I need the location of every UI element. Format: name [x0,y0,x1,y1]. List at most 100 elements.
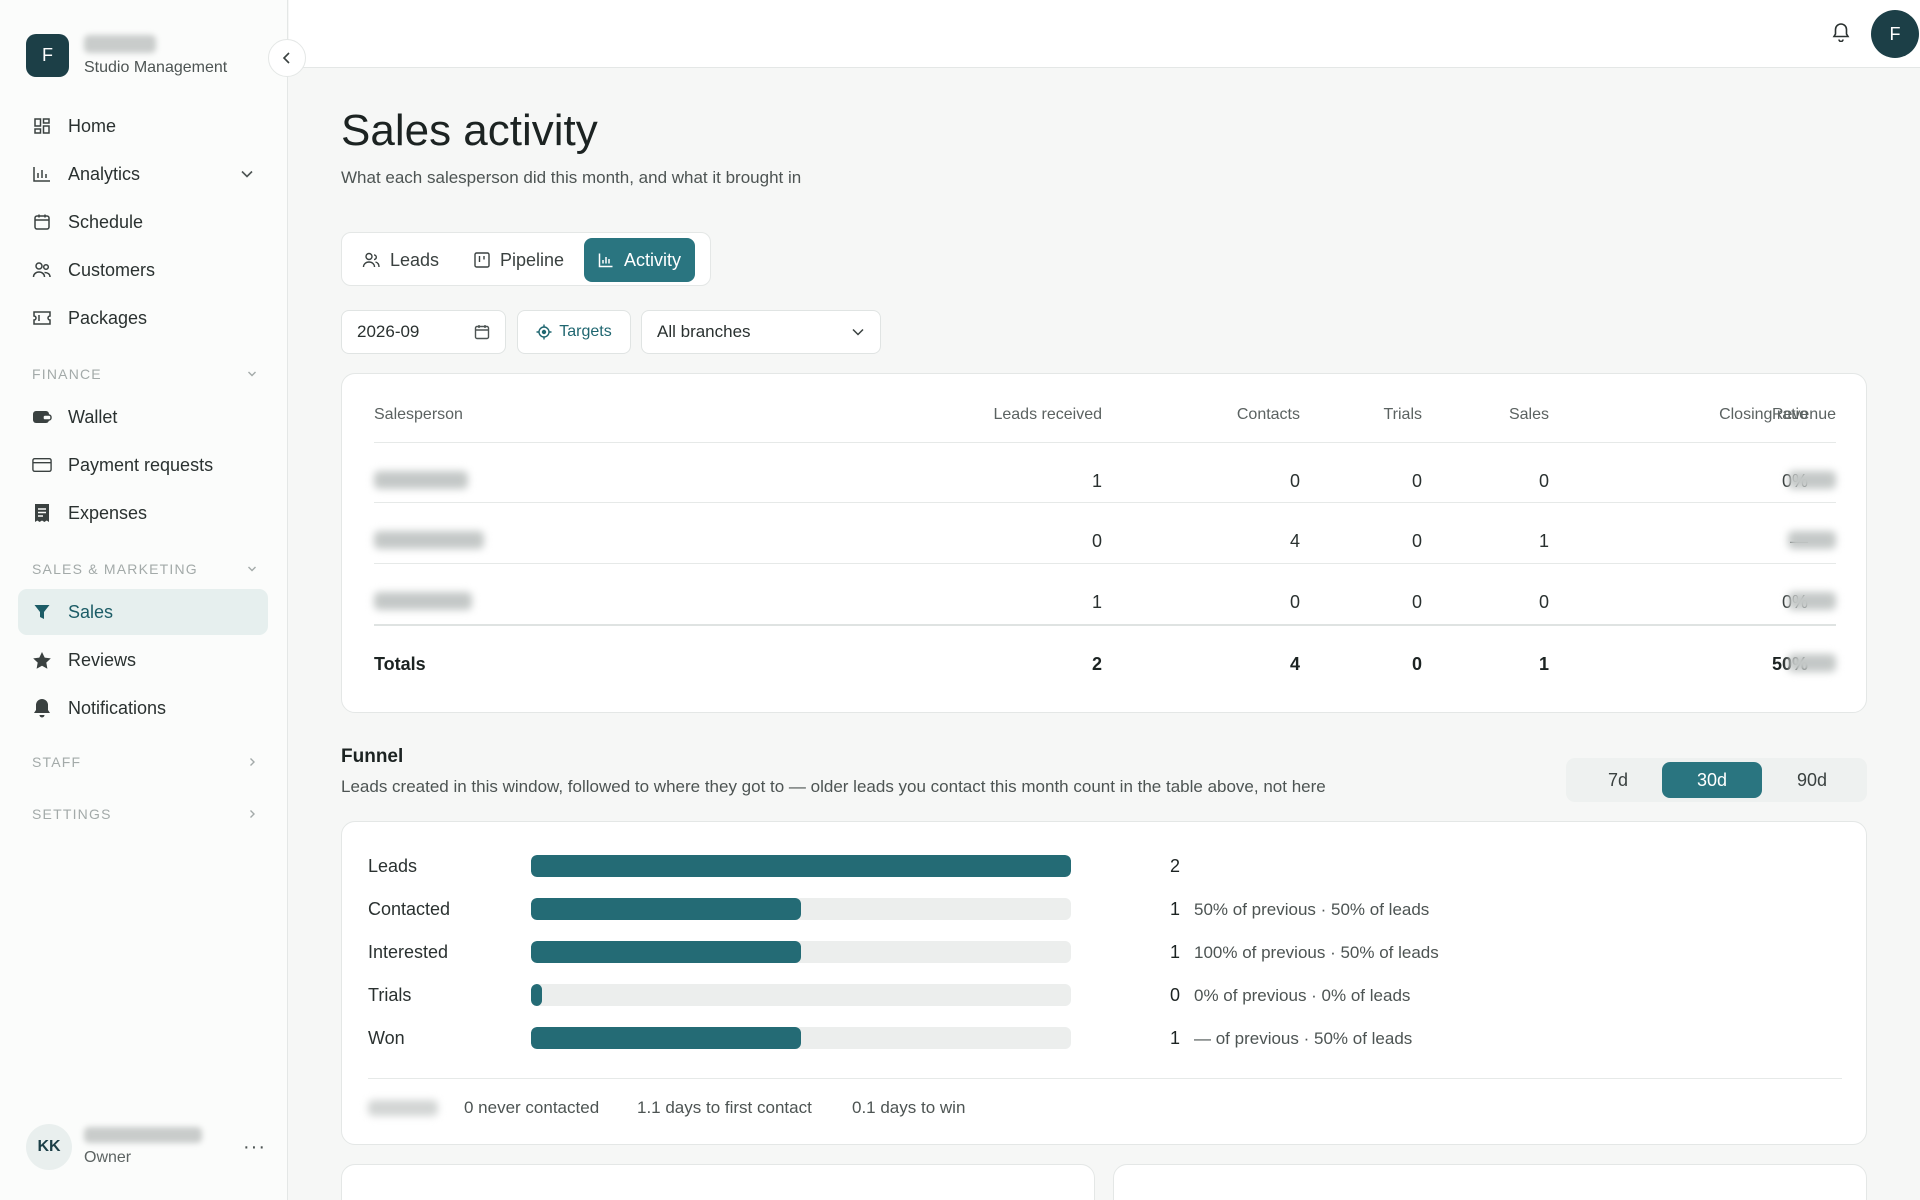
divider [368,1078,1842,1079]
brand-name-redacted [84,34,156,53]
funnel-bar-fill [531,941,801,963]
nav-notifications-label: Notifications [68,697,167,718]
view-tabs: Leads Pipeline Activity [341,232,711,286]
chevron-right-icon [247,754,257,770]
row2-contacts: 4 [1289,531,1300,551]
totals-divider [374,624,1836,626]
row2-closing-ratio: — [1592,531,1808,552]
bell-icon [32,698,52,718]
funnel-stage-label: Trials [368,985,412,1005]
funnel-bar-track [531,898,1071,920]
col-leads-received[interactable]: Leads received [902,406,1102,424]
divider [374,563,1836,564]
chart-icon [32,164,52,184]
nav-sales[interactable]: Sales [18,589,268,635]
funnel-bar-fill [531,1027,801,1049]
section-settings[interactable]: SETTINGS [32,806,257,822]
funnel-icon [32,602,52,622]
section-finance[interactable]: FINANCE [32,366,257,382]
funnel-bar-fill [531,984,542,1006]
credit-card-icon [32,455,52,475]
funnel-bar-fill [531,898,801,920]
tab-activity[interactable]: Activity [584,238,696,282]
row1-sales: 0 [1538,471,1549,491]
first-contact-stat: 1.1 days to first contact [637,1098,812,1117]
col-salesperson[interactable]: Salesperson [374,406,463,424]
sales-activity-table: Salesperson Leads received Contacts Tria… [341,373,1867,713]
tab-leads-label: Leads [390,249,440,270]
page-subtitle: What each salesperson did this month, an… [341,168,802,187]
row2-leads-received: 0 [1091,531,1102,551]
funnel-stage-count: 0 [1169,985,1180,1005]
row2-revenue-redacted [1788,531,1836,549]
range-7d-button[interactable]: 7d [1574,762,1662,798]
collapse-sidebar-button[interactable] [268,39,306,77]
targets-button[interactable]: Targets [517,310,631,354]
section-sales-marketing-label: SALES & MARKETING [32,561,198,577]
nav-packages[interactable]: Packages [18,295,268,341]
funnel-stage-note: 0% of previous · 0% of leads [1194,986,1411,1005]
funnel-stage-note: 100% of previous · 50% of leads [1194,943,1439,962]
section-staff[interactable]: STAFF [32,754,257,770]
tab-leads[interactable]: Leads [348,238,453,282]
section-sales-marketing[interactable]: SALES & MARKETING [32,561,257,577]
totals-closing-ratio: 50% [1592,654,1808,675]
row3-trials: 0 [1411,592,1422,612]
user-menu[interactable]: KK Owner ··· [26,1122,266,1172]
nav-customers[interactable]: Customers [18,247,268,293]
col-contacts[interactable]: Contacts [1162,406,1300,424]
star-icon [32,650,52,670]
nav-analytics[interactable]: Analytics [18,151,268,197]
nav-payment-requests[interactable]: Payment requests [18,442,268,488]
totals-leads-received: 2 [1091,654,1102,674]
funnel-stage-count: 2 [1169,856,1180,876]
calendar-icon [474,325,490,340]
funnel-stage-count: 1 [1169,1028,1180,1048]
chevron-down-icon [247,366,257,382]
row1-closing-ratio: 0% [1592,471,1808,492]
account-avatar[interactable]: F [1871,10,1919,58]
brand-subtitle: Studio Management [84,58,228,76]
users-icon [32,260,52,280]
row1-revenue-redacted [1788,471,1836,489]
row3-sales: 0 [1538,592,1549,612]
funnel-bar-track [531,1027,1071,1049]
notifications-bell-icon[interactable] [1832,22,1850,47]
brand[interactable]: F Studio Management [26,34,227,77]
col-sales[interactable]: Sales [1449,406,1549,424]
nav-notifications[interactable]: Notifications [18,685,268,731]
tab-pipeline[interactable]: Pipeline [460,238,578,282]
totals-contacts: 4 [1289,654,1300,674]
section-staff-label: STAFF [32,754,82,770]
branch-select[interactable]: All branches [641,310,881,354]
nav-customers-label: Customers [68,259,156,280]
nav-sales-label: Sales [68,601,114,622]
nav-home[interactable]: Home [18,103,268,149]
nav-home-label: Home [68,115,117,136]
tab-pipeline-label: Pipeline [500,249,565,270]
funnel-bar-track [531,855,1071,877]
avatar: KK [26,1124,72,1170]
more-options-icon[interactable]: ··· [243,1136,266,1159]
salesperson-name-redacted [374,531,484,549]
nav-wallet[interactable]: Wallet [18,394,268,440]
receipt-icon [32,503,52,523]
nav-expenses[interactable]: Expenses [18,490,268,536]
funnel-footer-redacted [368,1100,438,1116]
days-to-win-stat: 0.1 days to win [852,1098,966,1117]
branch-value: All branches [657,322,751,341]
nav-expenses-label: Expenses [68,502,148,523]
row3-leads-received: 1 [1091,592,1102,612]
chevron-right-icon [247,806,257,822]
funnel-bar-track [531,941,1071,963]
range-30d-button[interactable]: 30d [1662,762,1762,798]
funnel-stage-count: 1 [1169,942,1180,962]
funnel-stage-label: Leads [368,856,418,876]
nav-schedule[interactable]: Schedule [18,199,268,245]
range-90d-button[interactable]: 90d [1766,762,1858,798]
col-revenue[interactable]: Revenue [1736,406,1836,424]
divider [374,442,1836,443]
col-trials[interactable]: Trials [1322,406,1422,424]
nav-reviews[interactable]: Reviews [18,637,268,683]
month-picker[interactable]: 2026-09 [341,310,506,354]
